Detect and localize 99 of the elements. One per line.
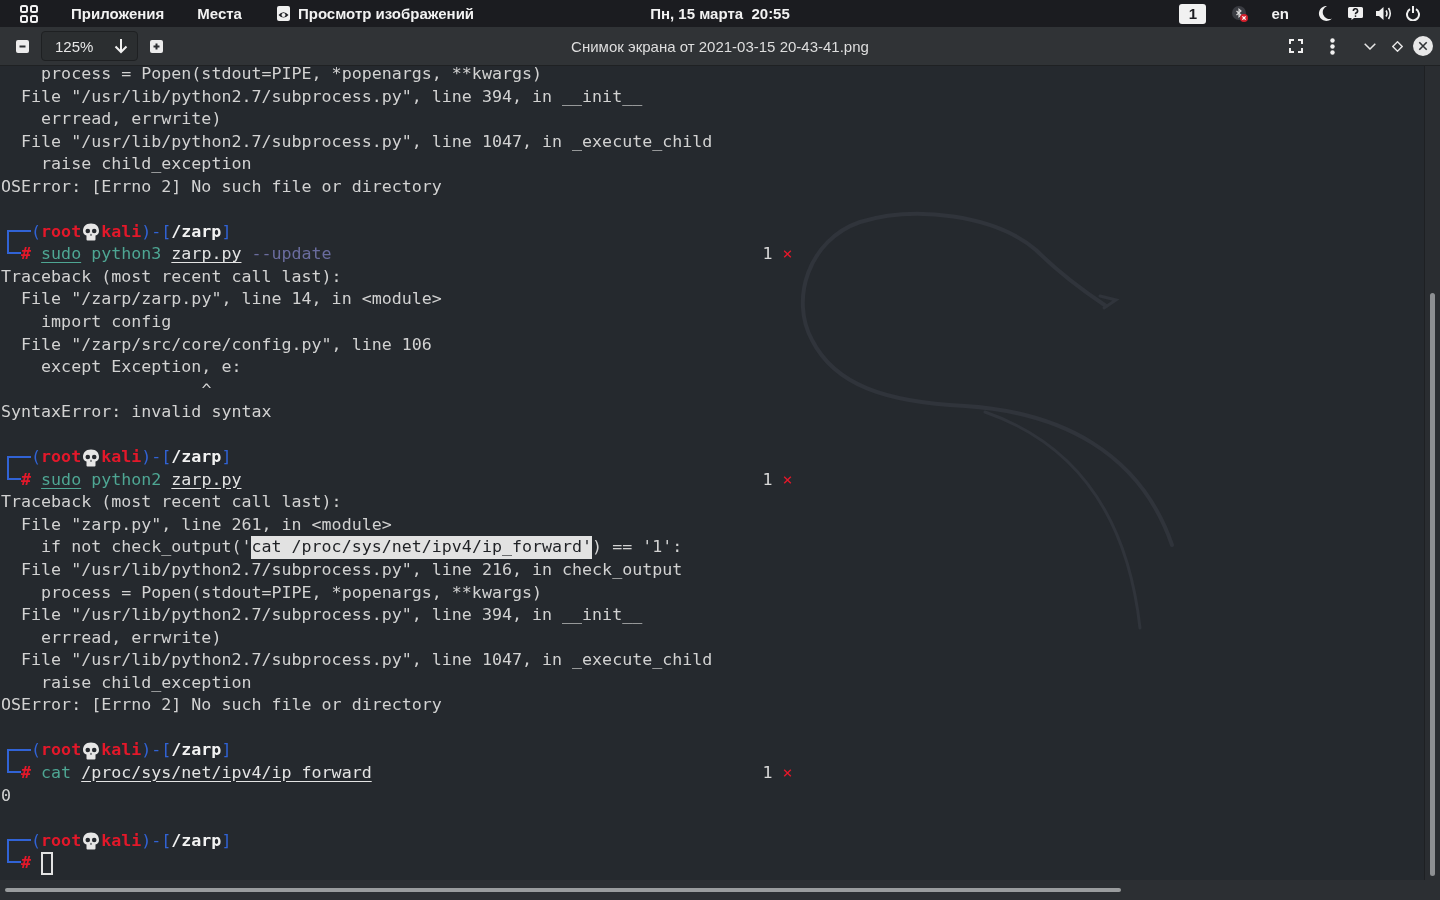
output-text: File "/zarp/zarp.py", line 14, in <module>: [21, 288, 442, 311]
command-text: sudo: [41, 243, 82, 266]
option-text: --update: [251, 243, 332, 266]
output-text: File "zarp.py", line 261, in <module>: [21, 513, 392, 536]
zoom-in-icon[interactable]: [150, 39, 163, 53]
help-icon[interactable]: [1348, 7, 1363, 20]
output-text: File "/usr/lib/python2.7/subprocess.py", line 394, in __init__: [21, 604, 643, 627]
prompt-user: root: [41, 739, 82, 762]
eye-icon: [275, 6, 291, 21]
zoom-input[interactable]: 125%: [55, 37, 95, 55]
output-text: errread, errwrite): [41, 626, 222, 649]
output-text: except Exception, e:: [41, 356, 242, 379]
scrollbar-thumb[interactable]: [5, 888, 1121, 892]
zoom-out-icon[interactable]: [16, 39, 29, 53]
chevron-down-icon[interactable]: [1364, 42, 1376, 50]
output-text: File "/usr/lib/python2.7/subprocess.py", line 1047, in _execute_child: [21, 130, 713, 153]
skull-icon: [81, 741, 102, 760]
zoom-dropdown[interactable]: 125%: [41, 31, 138, 61]
kebab-menu-icon[interactable]: [1330, 37, 1335, 55]
error-mark: ×: [782, 468, 793, 491]
prompt-sign: #: [21, 243, 32, 266]
moon-icon[interactable]: [1318, 6, 1332, 21]
selected-text: cat /proc/sys/net/ipv4/ip_forward': [251, 536, 593, 560]
output-text: if not check_output(': [41, 536, 252, 559]
top-menu-item[interactable]: Места: [197, 4, 242, 23]
path-text: zarp.py: [171, 243, 242, 266]
skull-icon: [81, 448, 102, 467]
prompt-punctuation: )-[: [141, 446, 172, 469]
prompt-user: root: [41, 220, 82, 243]
output-text: process = Popen(stdout=PIPE, *popenargs, **kwargs): [41, 581, 542, 604]
app-menu-button[interactable]: Просмотр изображений: [275, 4, 475, 23]
output-text: File "/usr/lib/python2.7/subprocess.py", line 394, in __init__: [21, 85, 643, 108]
output-text: File "/zarp/src/core/config.py", line 106: [21, 333, 432, 356]
output-text: errread, errwrite): [41, 108, 222, 131]
apps-grid-icon[interactable]: [20, 4, 38, 23]
top-menu-item[interactable]: Приложения: [71, 4, 165, 23]
output-text: ) == '1':: [592, 536, 683, 559]
output-text: raise child_exception: [41, 153, 252, 176]
skull-icon: [81, 831, 102, 850]
output-text: ^: [201, 378, 212, 401]
output-text: import config: [41, 311, 172, 333]
power-icon[interactable]: [1406, 6, 1420, 21]
scrollbar-thumb[interactable]: [1430, 293, 1435, 876]
command-text: sudo: [41, 468, 82, 491]
prompt-punctuation: (: [31, 829, 42, 852]
output-text: OSError: [Errno 2] No such file or directory: [1, 694, 442, 717]
volume-icon[interactable]: [1376, 6, 1392, 21]
output-text: OSError: [Errno 2] No such file or directory: [1, 175, 442, 198]
error-mark: ×: [782, 761, 793, 784]
output-text: Traceback (most recent call last):: [1, 491, 342, 514]
prompt-punctuation: (: [31, 446, 42, 469]
prompt-punctuation: )-[: [141, 829, 172, 852]
command-text: cat: [41, 761, 72, 784]
skull-icon: [81, 223, 102, 242]
diamond-icon[interactable]: [1392, 40, 1403, 52]
prompt-punctuation: ]: [221, 446, 232, 469]
prompt-directory: /zarp: [171, 739, 222, 762]
exit-code: 1: [762, 761, 773, 784]
window-title: Снимок экрана от 2021-03-15 20-43-41.png: [571, 37, 869, 55]
path-text: /proc/sys/net/ipv4/ip_forward: [81, 761, 372, 784]
keyboard-layout-button[interactable]: en: [1271, 4, 1289, 23]
prompt-user: root: [41, 829, 82, 852]
prompt-host: kali: [101, 739, 142, 762]
prompt-punctuation: (: [31, 739, 42, 762]
error-mark: ×: [782, 243, 793, 266]
output-text: 0: [1, 784, 12, 807]
prompt-host: kali: [101, 446, 142, 469]
prompt-punctuation: )-[: [141, 220, 172, 243]
prompt-punctuation: ]: [221, 739, 232, 762]
prompt-punctuation: (: [31, 220, 42, 243]
prompt-sign: #: [21, 852, 32, 875]
prompt-user: root: [41, 446, 82, 469]
output-text: Traceback (most recent call last):: [1, 265, 342, 288]
prompt-punctuation: ]: [221, 829, 232, 852]
clock[interactable]: Пн, 15 марта 20:55: [650, 5, 790, 22]
prompt-host: kali: [101, 829, 142, 852]
bluetooth-icon[interactable]: [1232, 5, 1249, 22]
output-text: SyntaxError: invalid syntax: [1, 401, 272, 424]
prompt-directory: /zarp: [171, 446, 222, 469]
prompt-punctuation: )-[: [141, 739, 172, 762]
workspace-indicator[interactable]: 1: [1179, 3, 1207, 24]
output-text: File "/usr/lib/python2.7/subprocess.py", line 216, in check_output: [21, 559, 683, 582]
exit-code: 1: [762, 468, 773, 491]
fullscreen-icon[interactable]: [1289, 39, 1303, 53]
command-text: python3: [91, 243, 162, 266]
prompt-sign: #: [21, 761, 32, 784]
exit-code: 1: [762, 243, 773, 266]
prompt-sign: #: [21, 468, 32, 491]
prompt-punctuation: ]: [221, 220, 232, 243]
path-text: zarp.py: [171, 468, 242, 491]
prompt-directory: /zarp: [171, 220, 222, 243]
output-text: raise child_exception: [41, 671, 252, 694]
close-icon[interactable]: [1413, 36, 1433, 56]
command-text: python2: [91, 468, 162, 491]
prompt-host: kali: [101, 220, 142, 243]
output-text: File "/usr/lib/python2.7/subprocess.py", line 1047, in _execute_child: [21, 649, 713, 672]
output-text: process = Popen(stdout=PIPE, *popenargs, **kwargs): [41, 66, 542, 85]
prompt-directory: /zarp: [171, 829, 222, 852]
arrow-down-icon[interactable]: [114, 38, 128, 54]
